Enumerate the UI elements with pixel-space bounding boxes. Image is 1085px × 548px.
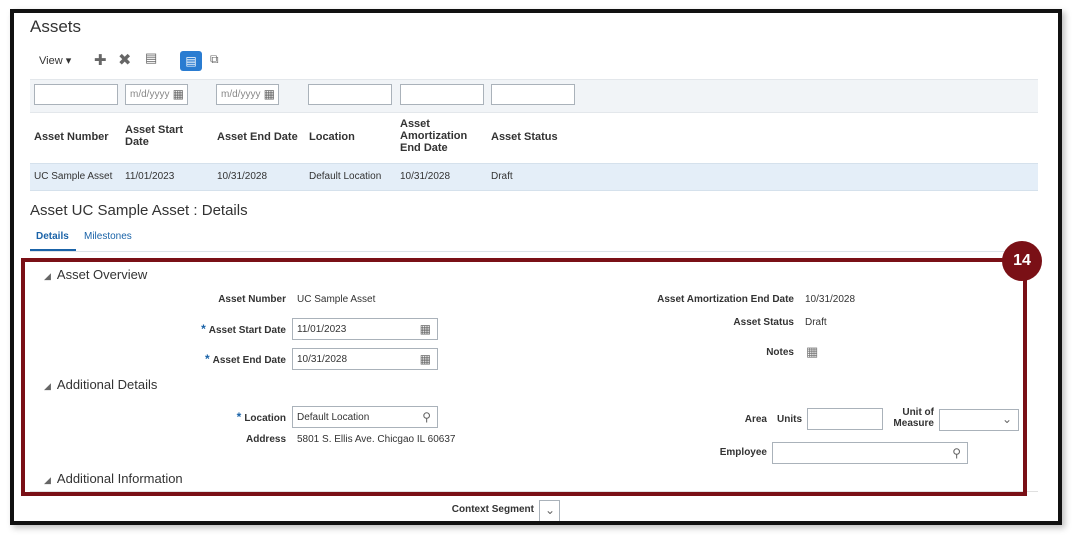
filter-asset-status[interactable] [491, 84, 575, 105]
screenshot-frame: Assets View ▾ ✚ ✖ ▤ ▤ ⧉ m/d/yyyy ▦ m/d/y… [10, 9, 1062, 525]
cell-location: Default Location [309, 171, 382, 182]
tab-divider [30, 251, 1038, 252]
filter-amortization-end-date[interactable] [400, 84, 484, 105]
column-header-start-date[interactable]: Asset Start Date [125, 124, 195, 148]
cell-status: Draft [491, 171, 513, 182]
column-header-asset-number[interactable]: Asset Number [34, 131, 109, 143]
column-header-asset-status[interactable]: Asset Status [491, 131, 558, 143]
delete-icon[interactable]: ✖ [118, 50, 131, 70]
filter-asset-number[interactable] [34, 84, 118, 105]
query-by-example-bar: m/d/yyyy ▦ m/d/yyyy ▦ [30, 79, 1038, 113]
view-menu[interactable]: View ▾ [39, 54, 71, 67]
filter-location[interactable] [308, 84, 392, 105]
page-title: Assets [30, 17, 82, 36]
column-header-end-date[interactable]: Asset End Date [217, 131, 298, 143]
callout-step-badge: 14 [1002, 241, 1042, 281]
cell-start-date: 11/01/2023 [125, 171, 175, 182]
detach-icon[interactable]: ⧉ [210, 52, 219, 67]
calendar-icon[interactable]: ▦ [173, 87, 184, 101]
filter-start-date-placeholder: m/d/yyyy [130, 89, 170, 100]
filter-end-date-placeholder: m/d/yyyy [221, 89, 261, 100]
calendar-icon[interactable]: ▦ [264, 87, 275, 101]
add-icon[interactable]: ✚ [94, 51, 107, 69]
filter-end-date[interactable]: m/d/yyyy ▦ [216, 84, 279, 105]
chevron-down-icon[interactable]: ⌄ [545, 503, 555, 517]
cell-asset-number: UC Sample Asset [34, 171, 113, 182]
cell-amortization-end-date: 10/31/2028 [400, 171, 451, 182]
details-title: Asset UC Sample Asset : Details [30, 202, 248, 219]
column-header-amortization-end-date[interactable]: Asset Amortization End Date [400, 118, 480, 154]
context-segment-label: Context Segment [451, 504, 534, 515]
callout-highlight-box [21, 258, 1027, 496]
tab-milestones[interactable]: Milestones [84, 231, 132, 242]
tab-details[interactable]: Details [36, 231, 69, 242]
freeze-icon[interactable]: ▤ [145, 50, 157, 66]
table-row[interactable]: UC Sample Asset 11/01/2023 10/31/2028 De… [30, 163, 1038, 191]
query-by-example-icon[interactable]: ▤ [180, 51, 202, 71]
page-content: Assets View ▾ ✚ ✖ ▤ ▤ ⧉ m/d/yyyy ▦ m/d/y… [14, 13, 1058, 521]
column-header-location[interactable]: Location [309, 131, 355, 143]
context-segment-select[interactable]: ⌄ [539, 500, 560, 521]
view-menu-label: View ▾ [39, 55, 72, 67]
cell-end-date: 10/31/2028 [217, 171, 268, 182]
filter-start-date[interactable]: m/d/yyyy ▦ [125, 84, 188, 105]
